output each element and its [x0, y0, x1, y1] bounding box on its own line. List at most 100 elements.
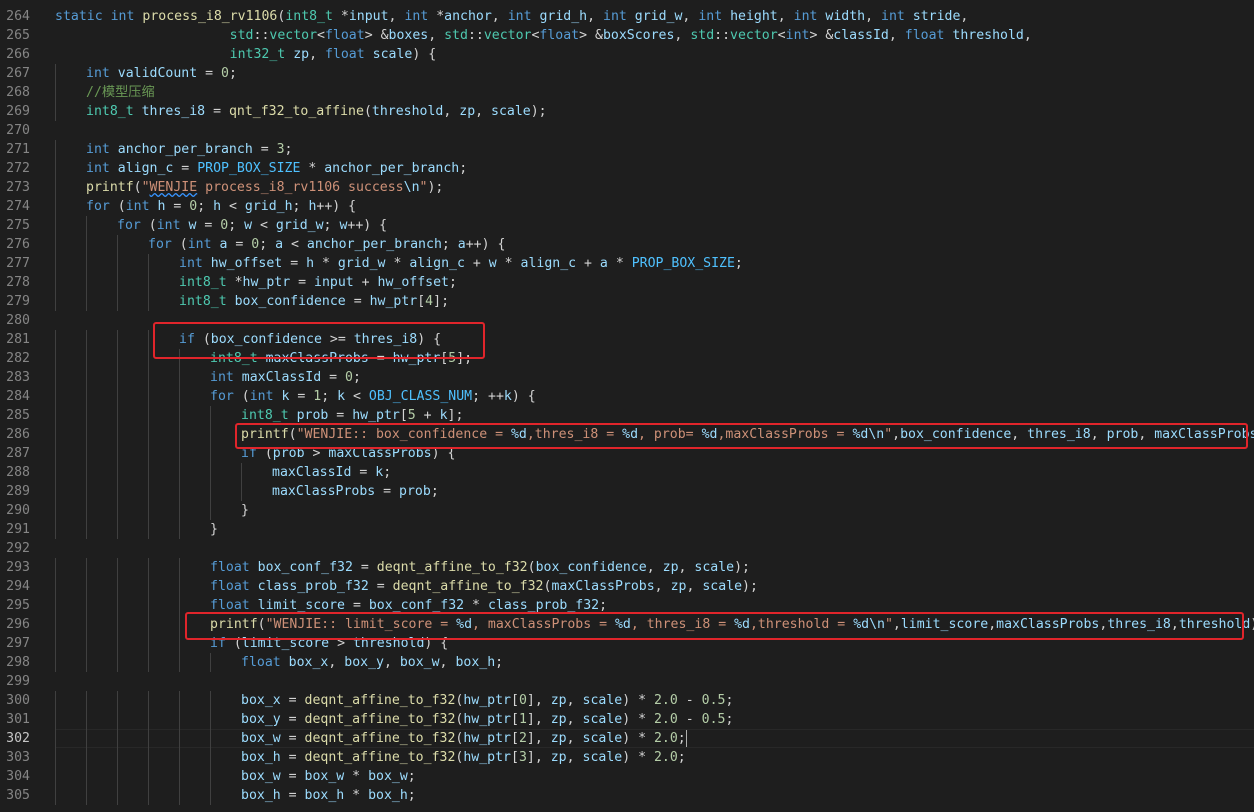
indent-guide — [179, 653, 180, 672]
code-line[interactable]: 304 box_w = box_w * box_w; — [0, 767, 1254, 786]
code-line[interactable]: 290} — [0, 501, 1254, 520]
indent-guide — [210, 444, 211, 463]
line-number: 274 — [6, 199, 30, 214]
code-line[interactable]: 278 int8_t *hw_ptr = input + hw_offset; — [0, 273, 1254, 292]
code-line[interactable]: 298 float box_x, box_y, box_w, box_h; — [0, 653, 1254, 672]
code-line[interactable]: 268 //模型压缩 — [0, 83, 1254, 102]
indent-guide — [210, 463, 211, 482]
indent-guide — [179, 482, 180, 501]
code-line[interactable]: 305 box_h = box_h * box_h; — [0, 786, 1254, 805]
indent-guide — [86, 558, 87, 577]
code-line[interactable]: 276 for (int a = 0; a < anchor_per_branch… — [0, 235, 1254, 254]
line-number: 301 — [6, 712, 30, 727]
code-line[interactable]: 267 int validCount = 0; — [0, 64, 1254, 83]
code-line[interactable]: 269 int8_t thres_i8 = qnt_f32_to_affine(t… — [0, 102, 1254, 121]
code-line[interactable]: 292 — [0, 539, 1254, 558]
code-line[interactable]: 294 float class_prob_f32 = deqnt_affine_t… — [0, 577, 1254, 596]
code-line[interactable]: 281 if (box_confidence >= thres_i8) { — [0, 330, 1254, 349]
code-token: , — [865, 9, 881, 24]
code-line[interactable]: 264 static int process_i8_rv1106(int8_t *… — [0, 7, 1254, 26]
code-line[interactable]: 277 int hw_offset = h * grid_w * align_c … — [0, 254, 1254, 273]
code-line[interactable]: 270 — [0, 121, 1254, 140]
code-line[interactable]: 271 int anchor_per_branch = 3; — [0, 140, 1254, 159]
code-text: int maxClassId = 0; — [210, 368, 361, 387]
indent-guide — [55, 197, 56, 216]
code-line[interactable]: 297 if (limit_score > threshold) { — [0, 634, 1254, 653]
indent-guide — [179, 748, 180, 767]
indent-guide — [210, 482, 211, 501]
code-text: maxClassProbs = prob; — [272, 482, 439, 501]
indent-guide — [117, 330, 118, 349]
code-token: = — [375, 484, 400, 499]
line-number: 282 — [6, 351, 30, 366]
indent-guide — [148, 748, 149, 767]
code-token: ); — [742, 579, 758, 594]
code-token: int — [156, 218, 181, 233]
code-line[interactable]: 272 int align_c = PROP_BOX_SIZE * anchor_… — [0, 159, 1254, 178]
code-token: maxClassId — [272, 465, 352, 480]
code-token: 5 — [407, 408, 416, 423]
code-line[interactable]: 289 maxClassProbs = prob; — [0, 482, 1254, 501]
code-line[interactable]: 282 int8_t maxClassProbs = hw_ptr[5]; — [0, 349, 1254, 368]
indent-guide — [86, 273, 87, 292]
code-line[interactable]: 300 box_x = deqnt_affine_to_f32(hw_ptr[0]… — [0, 691, 1254, 710]
code-line[interactable]: 280 — [0, 311, 1254, 330]
code-token: * — [314, 256, 338, 271]
code-line[interactable]: 287 if (prob > maxClassProbs) { — [0, 444, 1254, 463]
code-token: std — [229, 28, 254, 43]
line-number: 298 — [6, 655, 30, 670]
indent-guide — [117, 767, 118, 786]
code-token: , — [654, 579, 671, 594]
code-token: box_w — [399, 655, 440, 670]
code-line[interactable]: 266 int32_t zp, float scale) { — [0, 45, 1254, 64]
code-token: box_h — [304, 788, 345, 803]
line-number: 291 — [6, 522, 30, 537]
indent-guide — [117, 786, 118, 805]
indent-guide — [148, 615, 149, 634]
indent-guide — [55, 235, 56, 254]
code-text: for (int k = 1; k < OBJ_CLASS_NUM; ++k) … — [210, 387, 536, 406]
indent-guide — [148, 558, 149, 577]
code-token: , — [566, 731, 583, 746]
indent-guide — [55, 786, 56, 805]
indent-guide — [86, 216, 87, 235]
code-token: 0 — [221, 66, 229, 81]
indent-guide — [148, 330, 149, 349]
code-line[interactable]: 273 printf("WENJIE process_i8_rv1106 succ… — [0, 178, 1254, 197]
code-line[interactable]: 293 float box_conf_f32 = deqnt_affine_to_… — [0, 558, 1254, 577]
code-line[interactable]: 285 int8_t prob = hw_ptr[5 + k]; — [0, 406, 1254, 425]
code-token: ; — [284, 142, 293, 157]
code-text: box_w = deqnt_affine_to_f32(hw_ptr[2], z… — [241, 729, 686, 748]
code-token: ; — [430, 484, 439, 499]
code-line[interactable]: 291} — [0, 520, 1254, 539]
indent-guide — [117, 710, 118, 729]
code-token: scale — [582, 750, 623, 765]
code-line[interactable]: 299 — [0, 672, 1254, 691]
code-token: zp — [670, 579, 687, 594]
code-token: scale — [582, 731, 623, 746]
code-token: int — [86, 142, 110, 157]
code-line[interactable]: 303 box_h = deqnt_affine_to_f32(hw_ptr[3]… — [0, 748, 1254, 767]
code-line[interactable]: 295 float limit_score = box_conf_f32 * cl… — [0, 596, 1254, 615]
code-line[interactable]: 279 int8_t box_confidence = hw_ptr[4]; — [0, 292, 1254, 311]
code-line[interactable]: 296 printf("WENJIE:: limit_score = %d, ma… — [0, 615, 1254, 634]
code-token: > — [304, 446, 329, 461]
code-line[interactable]: 265 std::vector<float> &boxes, std::vect… — [0, 26, 1254, 45]
code-token: k — [375, 465, 384, 480]
code-line[interactable]: 302 box_w = deqnt_affine_to_f32(hw_ptr[2]… — [0, 729, 1254, 748]
code-line[interactable]: 284 for (int k = 1; k < OBJ_CLASS_NUM; ++… — [0, 387, 1254, 406]
code-editor[interactable]: 264 static int process_i8_rv1106(int8_t *… — [0, 0, 1254, 812]
code-token: k — [503, 389, 512, 404]
code-line[interactable]: 288 maxClassId = k; — [0, 463, 1254, 482]
code-line[interactable]: 286 printf("WENJIE:: box_confidence = %d,… — [0, 425, 1254, 444]
code-token: ; — [259, 237, 276, 252]
code-line[interactable]: 301 box_y = deqnt_affine_to_f32(hw_ptr[1]… — [0, 710, 1254, 729]
code-line[interactable]: 275 for (int w = 0; w < grid_w; w++) { — [0, 216, 1254, 235]
code-line[interactable]: 283 int maxClassId = 0; — [0, 368, 1254, 387]
code-token: = — [280, 769, 305, 784]
code-line[interactable]: 274 for (int h = 0; h < grid_h; h++) { — [0, 197, 1254, 216]
